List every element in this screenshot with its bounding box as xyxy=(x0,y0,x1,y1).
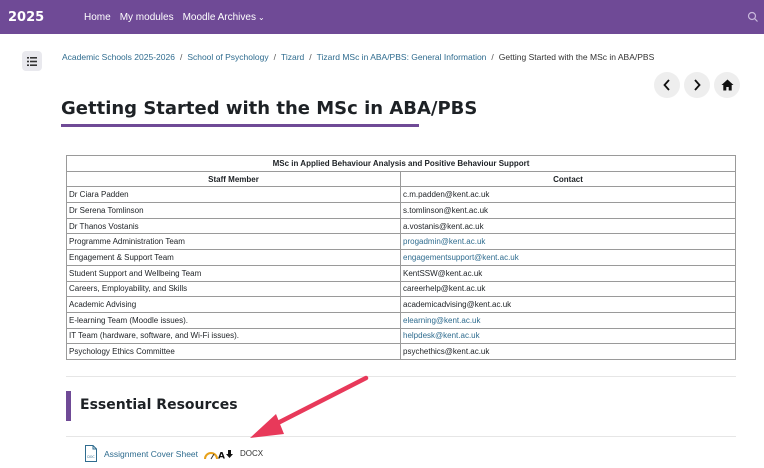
staff-member-cell: IT Team (hardware, software, and Wi-Fi i… xyxy=(66,327,401,345)
primary-navigation: Home My modules Moodle Archives ⌄ xyxy=(84,12,265,23)
column-header-contact: Contact xyxy=(400,170,736,188)
page-title: Getting Started with the MSc in ABA/PBS xyxy=(61,98,478,119)
staff-member-cell: E-learning Team (Moodle issues). xyxy=(66,311,401,329)
staff-member-cell: Academic Advising xyxy=(66,296,401,313)
breadcrumb-tizard[interactable]: Tizard xyxy=(281,52,304,62)
staff-member-cell: Careers, Employability, and Skills xyxy=(66,280,401,298)
home-icon xyxy=(721,79,733,91)
document-icon-label: DOC xyxy=(87,455,95,459)
staff-member-cell: Student Support and Wellbeing Team xyxy=(66,264,401,282)
contact-cell: academicadvising@kent.ac.uk xyxy=(400,296,736,313)
staff-member-cell: Engagement & Support Team xyxy=(66,249,401,266)
chevron-down-icon: ⌄ xyxy=(257,12,265,22)
contact-cell: psychethics@kent.ac.uk xyxy=(400,343,736,360)
previous-button[interactable] xyxy=(654,72,680,98)
table-row: Careers, Employability, and Skills career… xyxy=(66,280,736,298)
staff-contact-table: MSc in Applied Behaviour Analysis and Po… xyxy=(66,155,736,360)
section-accent-bar xyxy=(66,391,71,421)
contact-cell: careerhelp@kent.ac.uk xyxy=(400,280,736,298)
email-link[interactable]: progadmin@kent.ac.uk xyxy=(403,237,485,246)
table-row: Dr Serena Tomlinson s.tomlinson@kent.ac.u… xyxy=(66,202,736,219)
table-row: IT Team (hardware, software, and Wi-Fi i… xyxy=(66,327,736,345)
breadcrumb: Academic Schools 2025-2026/School of Psy… xyxy=(62,52,655,62)
table-row: Dr Thanos Vostanis a.vostanis@kent.ac.uk xyxy=(66,217,736,235)
email-link[interactable]: helpdesk@kent.ac.uk xyxy=(403,331,480,340)
site-brand[interactable]: 2025 xyxy=(0,10,50,25)
email-link[interactable]: engagementsupport@kent.ac.uk xyxy=(403,253,519,262)
course-index-toggle[interactable] xyxy=(22,51,42,71)
nav-moodle-archives-label: Moodle Archives xyxy=(182,11,256,23)
table-row: Student Support and Wellbeing Team KentSS… xyxy=(66,264,736,282)
breadcrumb-general-information[interactable]: Tizard MSc in ABA/PBS: General Informati… xyxy=(317,52,487,62)
table-row: Programme Administration Team progadmin@k… xyxy=(66,233,736,251)
section-title[interactable]: Essential Resources xyxy=(80,397,238,413)
breadcrumb-academic-schools[interactable]: Academic Schools 2025-2026 xyxy=(62,52,175,62)
contact-cell: elearning@kent.ac.uk xyxy=(400,311,736,329)
page-navigation xyxy=(654,72,740,98)
staff-member-cell: Programme Administration Team xyxy=(66,233,401,251)
title-underline xyxy=(61,124,419,127)
search-icon[interactable] xyxy=(746,10,760,24)
table-caption: MSc in Applied Behaviour Analysis and Po… xyxy=(66,155,736,172)
section-divider xyxy=(66,376,736,377)
chevron-right-icon xyxy=(694,79,701,91)
left-rail xyxy=(0,34,48,468)
table-caption-row: MSc in Applied Behaviour Analysis and Po… xyxy=(66,155,736,172)
chevron-left-icon xyxy=(663,79,670,91)
table-row: Psychology Ethics Committee psychethics@k… xyxy=(66,343,736,360)
contact-cell: c.m.padden@kent.ac.uk xyxy=(400,186,736,204)
table-row: Dr Ciara Padden c.m.padden@kent.ac.uk xyxy=(66,186,736,204)
table-row: E-learning Team (Moodle issues). elearnin… xyxy=(66,311,736,329)
staff-member-cell: Psychology Ethics Committee xyxy=(66,343,401,360)
table-row: Academic Advising academicadvising@kent.a… xyxy=(66,296,736,313)
contact-cell: helpdesk@kent.ac.uk xyxy=(400,327,736,345)
file-type-label: DOCX xyxy=(240,449,264,458)
email-link[interactable]: elearning@kent.ac.uk xyxy=(403,316,481,325)
top-navbar: 2025 Home My modules Moodle Archives ⌄ xyxy=(0,0,764,34)
nav-moodle-archives[interactable]: Moodle Archives ⌄ xyxy=(183,12,265,23)
staff-member-cell: Dr Thanos Vostanis xyxy=(66,217,401,235)
annotation-arrow xyxy=(250,375,369,438)
document-icon: DOC xyxy=(85,445,97,462)
table-header-row: Staff Member Contact xyxy=(66,170,736,188)
next-button[interactable] xyxy=(684,72,710,98)
table-row: Engagement & Support Team engagementsuppo… xyxy=(66,249,736,266)
assignment-cover-sheet-link[interactable]: Assignment Cover Sheet xyxy=(104,449,198,459)
svg-text:A: A xyxy=(218,451,225,460)
staff-member-cell: Dr Serena Tomlinson xyxy=(66,202,401,219)
contact-cell: KentSSW@kent.ac.uk xyxy=(400,264,736,282)
nav-my-modules[interactable]: My modules xyxy=(120,12,174,23)
contact-cell: engagementsupport@kent.ac.uk xyxy=(400,249,736,266)
resource-item: DOC Assignment Cover Sheet A DOCX xyxy=(84,445,263,462)
contact-cell: s.tomlinson@kent.ac.uk xyxy=(400,202,736,219)
section-divider xyxy=(66,436,736,437)
contact-cell: a.vostanis@kent.ac.uk xyxy=(400,217,736,235)
contact-cell: progadmin@kent.ac.uk xyxy=(400,233,736,251)
breadcrumb-current-page: Getting Started with the MSc in ABA/PBS xyxy=(498,52,655,62)
home-button[interactable] xyxy=(714,72,740,98)
column-header-staff-member: Staff Member xyxy=(66,170,401,188)
breadcrumb-school-of-psychology[interactable]: School of Psychology xyxy=(187,52,268,62)
accessibility-score-icon[interactable]: A xyxy=(204,448,234,460)
nav-home[interactable]: Home xyxy=(84,12,111,23)
list-icon xyxy=(27,56,37,66)
staff-member-cell: Dr Ciara Padden xyxy=(66,186,401,204)
